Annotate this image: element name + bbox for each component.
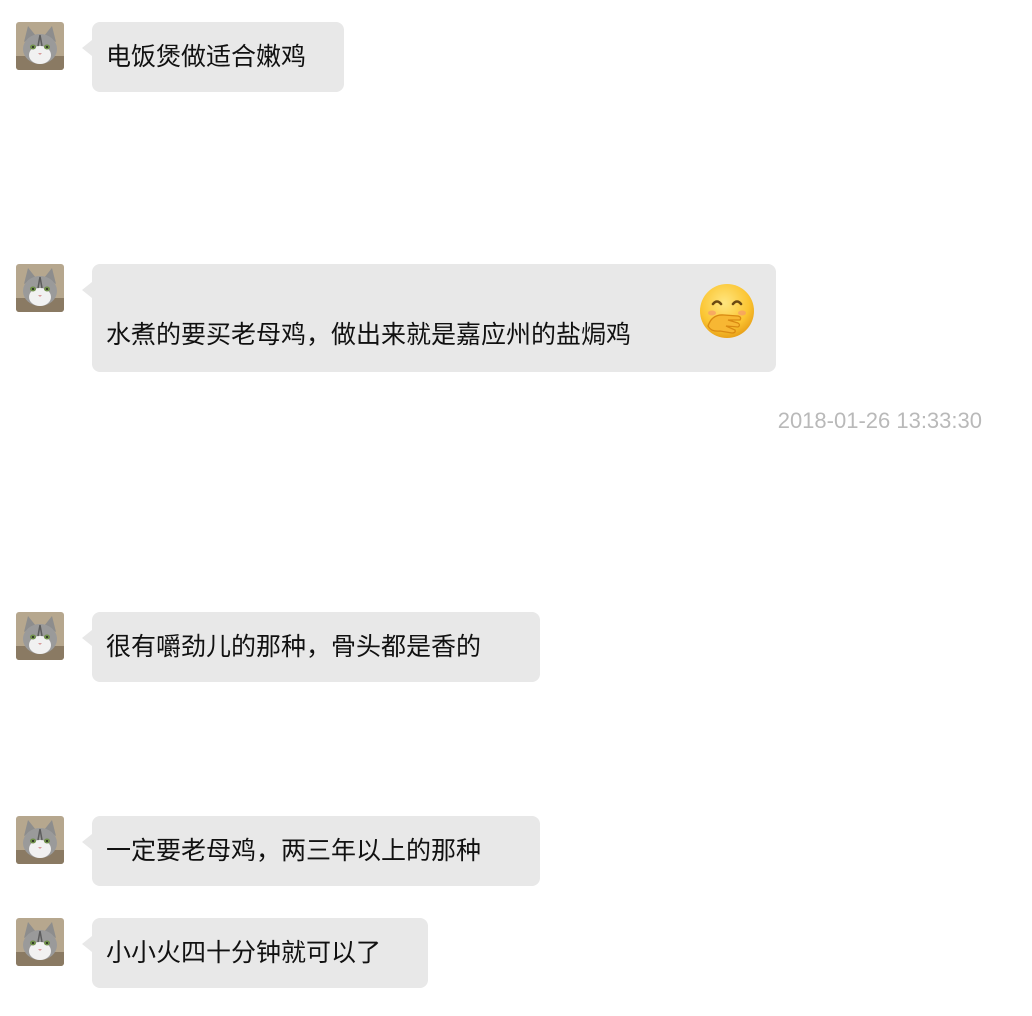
message-text: 水煮的要买老母鸡，做出来就是嘉应州的盐焗鸡 [106, 320, 632, 349]
message-bubble[interactable]: 电饭煲做适合嫩鸡 [82, 22, 344, 92]
cat-avatar-icon [16, 918, 64, 966]
message-bubble[interactable]: 一定要老母鸡，两三年以上的那种 [82, 816, 540, 886]
hand-over-mouth-emoji-icon [698, 282, 756, 340]
message-bubble[interactable]: 小小火四十分钟就可以了 [82, 918, 428, 988]
cat-avatar-icon [16, 816, 64, 864]
message-timestamp: 2018-01-26 13:33:30 [777, 408, 982, 433]
message-text: 电饭煲做适合嫩鸡 [106, 42, 307, 71]
avatar[interactable] [16, 816, 64, 864]
avatar[interactable] [16, 918, 64, 966]
avatar[interactable] [16, 22, 64, 70]
message-text: 小小火四十分钟就可以了 [106, 938, 382, 967]
avatar[interactable] [16, 612, 64, 660]
message-text: 一定要老母鸡，两三年以上的那种 [106, 836, 482, 865]
cat-avatar-icon [16, 22, 64, 70]
avatar[interactable] [16, 264, 64, 312]
cat-avatar-icon [16, 612, 64, 660]
message-bubble[interactable]: 很有嚼劲儿的那种，骨头都是香的 [82, 612, 540, 682]
message-text: 很有嚼劲儿的那种，骨头都是香的 [106, 632, 482, 661]
cat-avatar-icon [16, 264, 64, 312]
message-bubble[interactable]: 水煮的要买老母鸡，做出来就是嘉应州的盐焗鸡 [82, 264, 776, 372]
